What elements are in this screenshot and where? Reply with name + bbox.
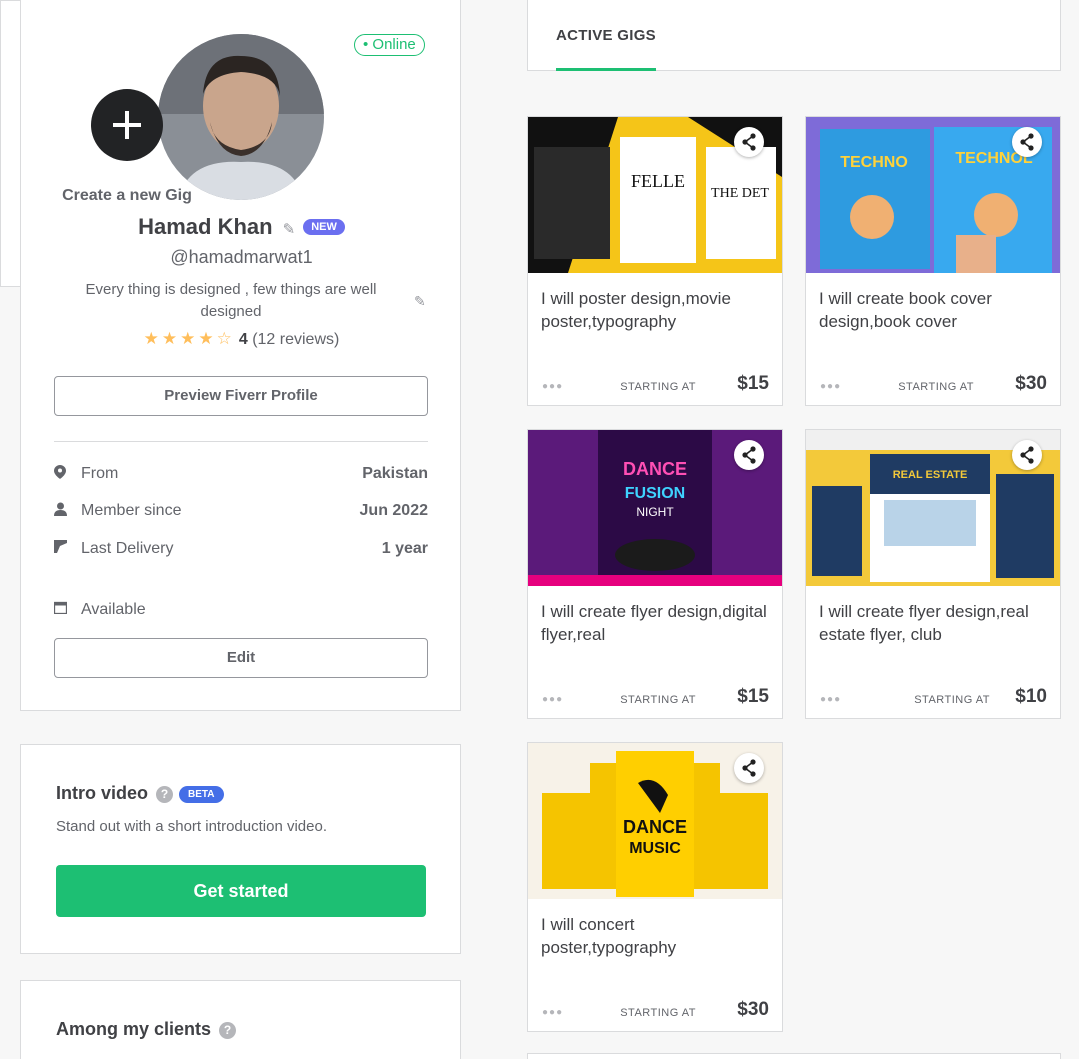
edit-pencil-icon[interactable]: ✎ [283, 220, 296, 238]
more-options-icon[interactable]: ●●● [542, 694, 563, 705]
share-icon[interactable] [734, 753, 764, 783]
beta-badge: BETA [179, 786, 224, 803]
calendar-icon [53, 601, 70, 617]
gig-price: $15 [737, 686, 769, 707]
help-icon[interactable]: ? [219, 1022, 237, 1039]
user-icon [54, 502, 70, 519]
share-icon[interactable] [1012, 440, 1042, 470]
rating-stars-icon: ★★★★☆ [143, 329, 235, 348]
svg-text:REAL ESTATE: REAL ESTATE [893, 469, 968, 481]
gig-card[interactable]: DANCE FUSION NIGHT I will create flyer d… [527, 429, 783, 719]
plus-icon[interactable] [91, 89, 163, 161]
gig-price: $30 [1015, 373, 1047, 394]
tab-active-gigs[interactable]: ACTIVE GIGS [556, 27, 656, 44]
online-status-badge: • Online [354, 34, 425, 56]
info-value: Pakistan [362, 465, 428, 482]
info-row-last-delivery: Last Delivery 1 year [54, 540, 428, 564]
intro-video-card: Intro video? BETA Stand out with a short … [20, 744, 461, 954]
gig-title[interactable]: I will create flyer design,digital flyer… [541, 600, 771, 646]
next-card-edge [527, 1053, 1061, 1059]
svg-text:NIGHT: NIGHT [636, 505, 674, 519]
info-row-from: From Pakistan [54, 465, 428, 489]
divider [54, 441, 428, 442]
gig-card[interactable]: FELLE THE DET I will poster design,movie… [527, 116, 783, 406]
info-row-member-since: Member since Jun 2022 [54, 502, 428, 526]
share-icon[interactable] [1012, 127, 1042, 157]
intro-video-title: Intro video [56, 783, 149, 803]
gig-title[interactable]: I will concert poster,typography [541, 913, 771, 959]
availability-label: Available [81, 601, 146, 618]
info-value: 1 year [381, 540, 428, 557]
gig-card[interactable]: REAL ESTATE I will create flyer design,r… [805, 429, 1061, 719]
rating-value: 4 [238, 331, 248, 348]
edit-description-icon[interactable]: ✎ [414, 293, 426, 310]
more-options-icon[interactable]: ●●● [820, 381, 841, 392]
svg-text:FUSION: FUSION [625, 485, 685, 502]
review-count[interactable]: (12 reviews) [252, 331, 339, 348]
edit-availability-button[interactable]: Edit [54, 638, 428, 678]
starting-at-label: STARTING AT [620, 694, 696, 706]
gig-card[interactable]: DANCE MUSIC I will concert poster,typogr… [527, 742, 783, 1032]
gig-title[interactable]: I will create book cover design,book cov… [819, 287, 1049, 333]
gig-price: $30 [737, 999, 769, 1020]
profile-username: @hamadmarwat1 [170, 247, 313, 267]
get-started-button[interactable]: Get started [56, 865, 426, 917]
create-gig-label[interactable]: Create a new Gig [0, 187, 254, 205]
rating-row: ★★★★☆ 4 (12 reviews) [21, 329, 462, 349]
info-label: Last Delivery [81, 540, 174, 557]
gig-title[interactable]: I will poster design,movie poster,typogr… [541, 287, 771, 333]
share-icon[interactable] [734, 440, 764, 470]
info-label: From [81, 465, 119, 482]
profile-name-row: Hamad Khan ✎ NEW [21, 214, 462, 240]
avatar[interactable] [158, 34, 324, 200]
info-value: Jun 2022 [359, 502, 428, 519]
preview-profile-button[interactable]: Preview Fiverr Profile [54, 376, 428, 416]
gig-title[interactable]: I will create flyer design,real estate f… [819, 600, 1049, 646]
location-pin-icon [54, 465, 70, 482]
svg-text:DANCE: DANCE [623, 459, 687, 479]
intro-video-subtitle: Stand out with a short introduction vide… [56, 818, 327, 835]
starting-at-label: STARTING AT [898, 381, 974, 393]
gig-price: $10 [1015, 686, 1047, 707]
profile-card: • Online Hamad Khan ✎ NEW @hamadmarwat1 Ev… [20, 0, 461, 711]
clients-card: Among my clients? [20, 980, 461, 1059]
starting-at-label: STARTING AT [620, 1007, 696, 1019]
gig-price: $15 [737, 373, 769, 394]
intro-video-heading: Intro video? BETA [56, 783, 224, 804]
svg-text:FELLE: FELLE [631, 171, 685, 191]
svg-text:DANCE: DANCE [623, 817, 687, 837]
profile-name: Hamad Khan [138, 214, 273, 239]
clients-heading: Among my clients? [56, 1019, 237, 1040]
more-options-icon[interactable]: ●●● [542, 1007, 563, 1018]
profile-description: Every thing is designed , few things are… [85, 281, 377, 320]
starting-at-label: STARTING AT [914, 694, 990, 706]
help-icon[interactable]: ? [156, 786, 174, 803]
paper-plane-icon [54, 540, 70, 556]
clients-title: Among my clients [56, 1019, 212, 1039]
svg-text:MUSIC: MUSIC [629, 840, 681, 857]
share-icon[interactable] [734, 127, 764, 157]
more-options-icon[interactable]: ●●● [820, 694, 841, 705]
gigs-tab-bar: ACTIVE GIGS [527, 0, 1061, 71]
starting-at-label: STARTING AT [620, 381, 696, 393]
svg-text:THE DET: THE DET [711, 186, 769, 201]
availability-row: Available [53, 601, 428, 625]
more-options-icon[interactable]: ●●● [542, 381, 563, 392]
active-tab-indicator [556, 68, 656, 71]
new-seller-badge: NEW [303, 219, 345, 235]
info-label: Member since [81, 502, 182, 519]
svg-text:TECHNO: TECHNO [840, 154, 908, 171]
gig-card[interactable]: TECHNO TECHNOL I will create book cover … [805, 116, 1061, 406]
